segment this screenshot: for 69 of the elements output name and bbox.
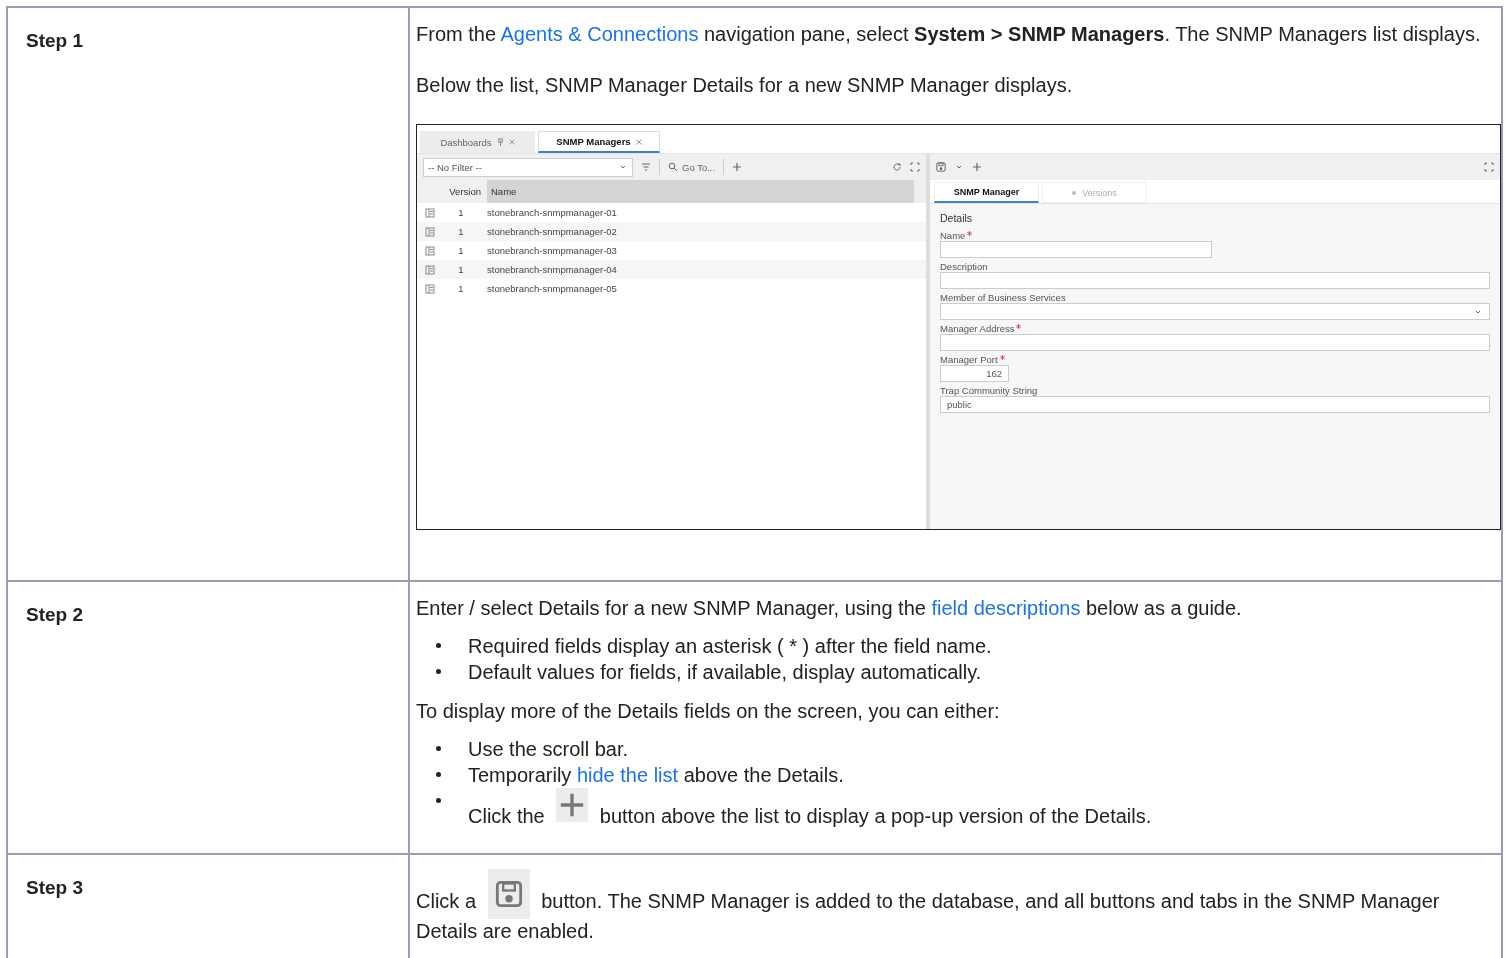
table-cell-text: 1	[457, 226, 465, 237]
bullet-icon	[436, 669, 441, 674]
plus-icon	[972, 162, 982, 172]
link[interactable]: hide the list	[576, 764, 679, 786]
go-to-button[interactable]: Go To...	[668, 161, 716, 173]
link[interactable]: Agents & Connections	[500, 23, 699, 45]
tab[interactable]: Dashboards	[420, 131, 535, 153]
table-cell: stonebranch-snmpmanager-01	[487, 207, 617, 218]
filter-dropdown[interactable]: -- No Filter --	[423, 157, 633, 177]
bullet-icon	[436, 798, 441, 803]
input-field[interactable]	[940, 241, 1212, 258]
table-cell: stonebranch-snmpmanager-03	[487, 245, 617, 256]
details-icon[interactable]	[425, 207, 435, 218]
column-header[interactable]: Version	[417, 180, 487, 203]
step-label: Step 1	[26, 30, 84, 51]
column-header[interactable]: Name	[487, 180, 914, 203]
list-item: Required fields display an asterisk ( * ) after the field name.	[468, 634, 992, 659]
plus-icon	[732, 162, 743, 172]
paragraph: Below the list, SNMP Manager Details for a new SNMP Manager displays.	[416, 73, 1074, 98]
table-cell-text: 1	[457, 245, 465, 256]
input-field[interactable]: 162	[940, 365, 1009, 382]
link[interactable]: field descriptions	[931, 597, 1081, 619]
details-icon[interactable]	[425, 283, 435, 294]
field-label: Manager Port	[940, 354, 1490, 365]
required-asterisk-icon	[967, 231, 973, 236]
step-label: Step 3	[26, 877, 84, 898]
required-asterisk-icon	[999, 355, 1005, 360]
filter-icon[interactable]	[641, 162, 651, 172]
search-icon	[668, 162, 678, 172]
field-label: Name	[940, 230, 1490, 241]
field-label: Trap Community String	[940, 385, 1039, 396]
field-label: Description	[940, 261, 989, 272]
bullet-icon	[436, 772, 441, 777]
table-cell: stonebranch-snmpmanager-02	[487, 226, 617, 237]
bullet-icon	[436, 746, 441, 751]
refresh-icon[interactable]	[892, 162, 902, 172]
step-label: Step 2	[26, 604, 84, 625]
close-icon[interactable]	[508, 139, 515, 145]
details-icon[interactable]	[425, 264, 435, 275]
list-item: Use the scroll bar.	[468, 737, 629, 762]
paragraph: Click a button. The SNMP Manager is added to the database, and all buttons and tabs in the SNMP Manager Details are enabled.	[416, 869, 1493, 944]
table-cell-text: 1	[457, 207, 465, 218]
field-label: Manager Address	[940, 323, 1490, 334]
table-cell: stonebranch-snmpmanager-04	[487, 264, 617, 275]
tab[interactable]: SNMP Managers	[538, 131, 660, 153]
input-field[interactable]	[940, 334, 1490, 351]
input-field[interactable]	[940, 272, 1490, 289]
expand-icon[interactable]	[1484, 162, 1494, 172]
paragraph: Enter / select Details for a new SNMP Manager, using the field descriptions below as a guide.	[416, 596, 1243, 621]
table-cell-text: 1	[457, 264, 465, 275]
bullet-icon	[436, 643, 441, 648]
details-icon[interactable]	[425, 245, 435, 256]
required-asterisk-icon	[1016, 324, 1022, 329]
close-icon[interactable]	[635, 138, 642, 145]
paragraph: From the Agents & Connections navigation pane, select System > SNMP Managers. The SNMP Managers list displays.	[416, 22, 1482, 47]
table-cell-text: 1	[457, 283, 465, 294]
table-cell: stonebranch-snmpmanager-05	[487, 283, 617, 294]
list-item: Temporarily hide the list above the Details.	[468, 763, 844, 788]
section-title: Details	[940, 212, 974, 224]
expand-icon[interactable]	[910, 162, 920, 172]
tab[interactable]: SNMP Manager	[934, 182, 1039, 203]
list-item: Click the button above the list to display a pop-up version of the Details.	[468, 788, 1152, 829]
paragraph: To display more of the Details fields on the screen, you can either:	[416, 699, 1001, 724]
field-label: Member of Business Services	[940, 292, 1067, 303]
list-item: Default values for fields, if available, display automatically.	[468, 660, 982, 685]
details-icon[interactable]	[425, 226, 435, 237]
dropdown-field[interactable]	[940, 303, 1490, 320]
pin-icon[interactable]	[496, 138, 504, 146]
input-field[interactable]: public	[940, 396, 1490, 413]
